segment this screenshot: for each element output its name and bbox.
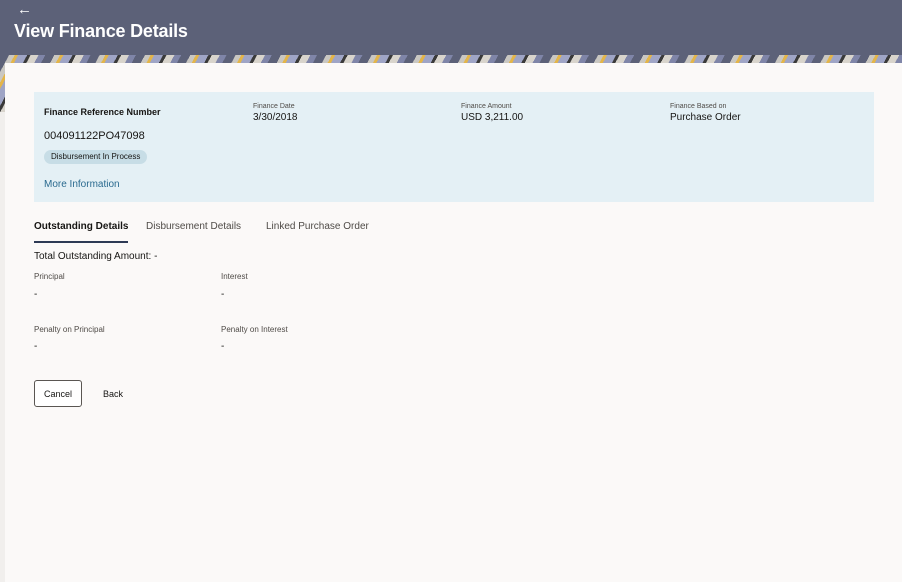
interest-label: Interest xyxy=(221,272,248,281)
interest-value: - xyxy=(221,289,225,300)
principal-value: - xyxy=(34,289,38,300)
finance-summary-panel: Finance Reference Number 004091122PO4709… xyxy=(34,92,874,202)
page-title: View Finance Details xyxy=(14,21,188,41)
principal-label: Principal xyxy=(34,272,65,281)
penalty-on-interest-value: - xyxy=(221,341,225,352)
finance-date-label: Finance Date xyxy=(253,103,295,110)
more-information-link[interactable]: More Information xyxy=(44,179,120,190)
penalty-on-principal-value: - xyxy=(34,341,38,352)
cancel-button[interactable]: Cancel xyxy=(34,380,82,407)
tab-outstanding-details[interactable]: Outstanding Details xyxy=(34,220,129,243)
total-outstanding-label: Total Outstanding Amount: xyxy=(34,251,152,262)
left-arrow-icon[interactable]: ← xyxy=(17,2,32,18)
finance-amount-label: Finance Amount xyxy=(461,103,512,110)
penalty-on-principal-label: Penalty on Principal xyxy=(34,325,105,334)
finance-based-on-value: Purchase Order xyxy=(670,112,741,123)
finance-reference-value: 004091122PO47098 xyxy=(44,130,145,142)
finance-reference-label: Finance Reference Number xyxy=(44,107,161,117)
penalty-on-interest-label: Penalty on Interest xyxy=(221,325,288,334)
finance-date-value: 3/30/2018 xyxy=(253,112,298,123)
status-badge: Disbursement In Process xyxy=(44,150,148,164)
page-header: ← View Finance Details xyxy=(0,0,902,55)
tab-linked-purchase-order[interactable]: Linked Purchase Order xyxy=(266,220,369,241)
total-outstanding-value: - xyxy=(154,251,158,262)
tab-disbursement-details[interactable]: Disbursement Details xyxy=(146,220,241,241)
finance-amount-value: USD 3,211.00 xyxy=(461,112,524,123)
total-outstanding: Total Outstanding Amount: - xyxy=(34,251,157,262)
back-button[interactable]: Back xyxy=(95,380,131,407)
finance-based-on-label: Finance Based on xyxy=(670,103,727,110)
